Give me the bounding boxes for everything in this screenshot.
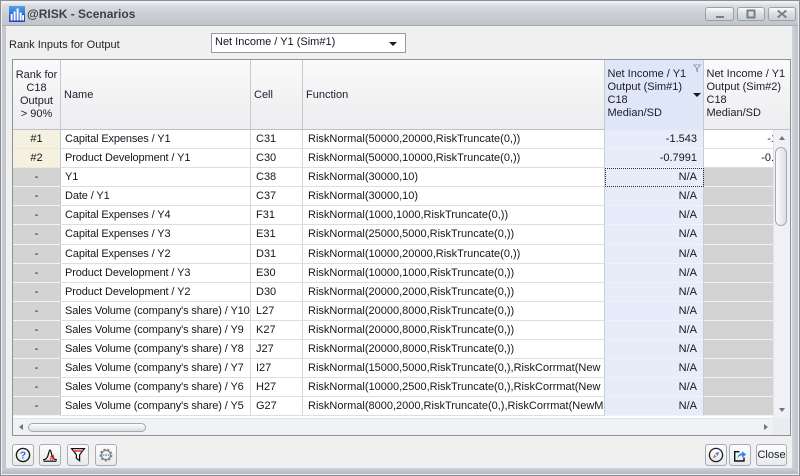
svg-text:#: # bbox=[49, 453, 54, 463]
svg-text:?: ? bbox=[20, 450, 26, 462]
